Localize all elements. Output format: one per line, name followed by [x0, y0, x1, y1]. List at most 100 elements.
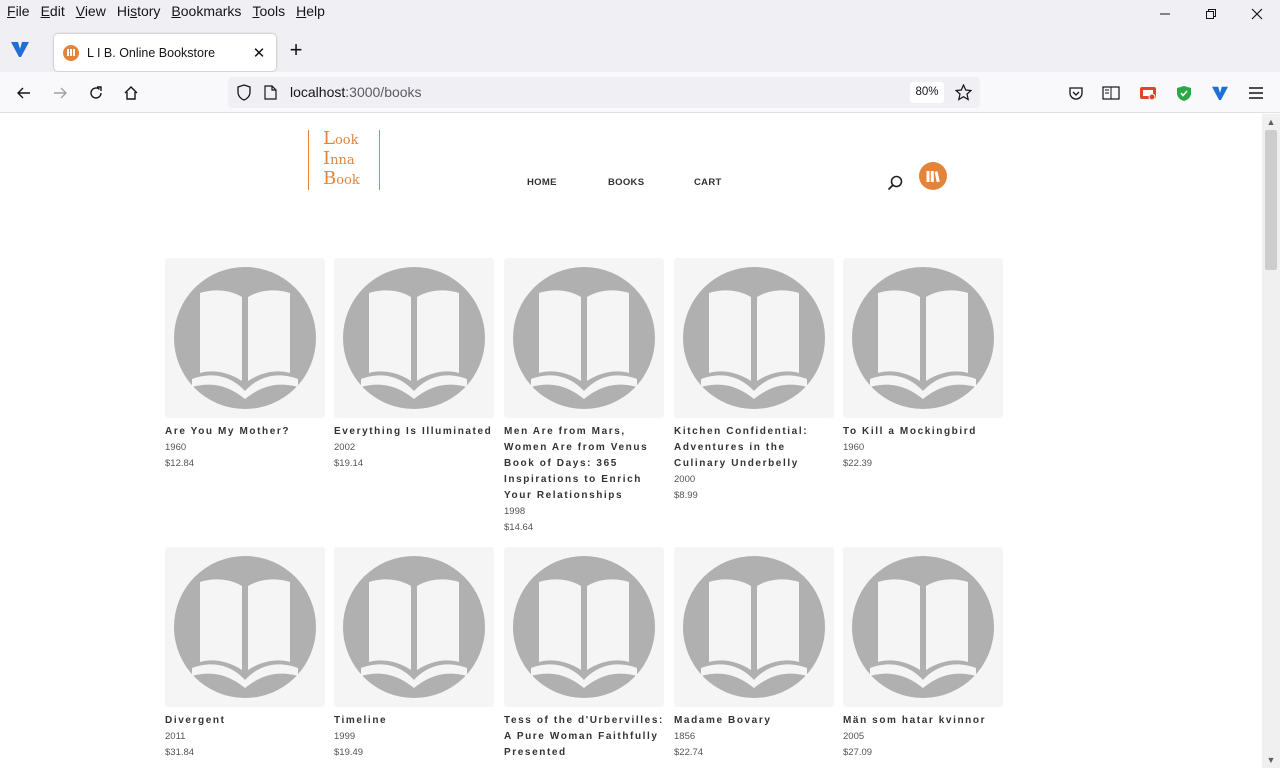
- logo-word: ook: [334, 133, 359, 148]
- open-book-icon: [852, 556, 994, 698]
- book-price: $22.39: [843, 458, 873, 469]
- menu-label-part: H: [296, 3, 307, 19]
- menu-bar: File Edit View History Bookmarks Tools Help: [0, 0, 1280, 22]
- address-bar[interactable]: localhost:3000/books 80%: [228, 77, 980, 108]
- reader-view-button[interactable]: [1098, 80, 1124, 106]
- arrow-right-icon: [54, 87, 67, 99]
- book-title[interactable]: Divergent: [165, 713, 325, 729]
- book-title[interactable]: Madame Bovary: [674, 713, 834, 729]
- hamburger-menu-icon: [1249, 87, 1263, 99]
- book-price: $31.84: [165, 747, 195, 758]
- arrow-left-icon: [17, 87, 30, 99]
- book-title[interactable]: Men Are from Mars, Women Are from Venus …: [504, 424, 664, 504]
- menu-item-0[interactable]: File: [3, 1, 34, 21]
- book-cover-image[interactable]: [843, 547, 1003, 707]
- url-text[interactable]: localhost:3000/books: [290, 84, 422, 100]
- menu-item-3[interactable]: History: [113, 1, 165, 21]
- open-book-icon: [343, 556, 485, 698]
- book-cover-image[interactable]: [504, 258, 664, 418]
- nav-home-link[interactable]: HOME: [527, 177, 557, 188]
- shield-icon[interactable]: [236, 84, 252, 101]
- book-year: 2000: [674, 474, 696, 485]
- adblock-extension-button[interactable]: [1171, 80, 1197, 106]
- book-title[interactable]: Män som hatar kvinnor: [843, 713, 1003, 729]
- reader-view-icon: [1102, 86, 1120, 100]
- menu-label-part: ookmarks: [180, 3, 242, 19]
- book-card[interactable]: To Kill a Mockingbird 1960 $22.39: [843, 258, 1003, 472]
- tab-bookstore[interactable]: L I B. Online Bookstore ✕: [54, 34, 276, 71]
- book-cover-image[interactable]: [504, 547, 664, 707]
- zoom-level-button[interactable]: 80%: [910, 82, 944, 103]
- book-card[interactable]: Timeline 1999 $19.49: [334, 547, 494, 761]
- pdf-extension-button[interactable]: [1135, 80, 1161, 106]
- menu-label-part: s: [130, 3, 138, 19]
- book-title[interactable]: To Kill a Mockingbird: [843, 424, 1003, 440]
- menu-label-part: dit: [49, 3, 65, 19]
- menu-item-4[interactable]: Bookmarks: [167, 1, 245, 21]
- open-book-icon: [683, 267, 825, 409]
- page-viewport: Look Inna Book HOME BOOKS CART Are You My …: [0, 114, 1262, 768]
- tab-close-button[interactable]: ✕: [247, 41, 271, 65]
- scroll-down-arrow-icon[interactable]: ▼: [1262, 753, 1280, 767]
- books-icon[interactable]: [919, 162, 947, 190]
- book-cover-image[interactable]: [334, 547, 494, 707]
- open-book-icon: [343, 267, 485, 409]
- book-price: $22.74: [674, 747, 704, 758]
- open-book-icon: [852, 267, 994, 409]
- page-icon[interactable]: [264, 85, 277, 100]
- book-cover-image[interactable]: [843, 258, 1003, 418]
- book-card[interactable]: Män som hatar kvinnor 2005 $27.09: [843, 547, 1003, 761]
- page-scrollbar[interactable]: ▲ ▼: [1262, 114, 1280, 768]
- book-card[interactable]: Are You My Mother? 1960 $12.84: [165, 258, 325, 472]
- book-year: 2011: [165, 731, 186, 742]
- book-title[interactable]: Tess of the d'Urbervilles: A Pure Woman …: [504, 713, 664, 761]
- app-menu-button[interactable]: [1243, 80, 1269, 106]
- scroll-up-arrow-icon[interactable]: ▲: [1262, 115, 1280, 129]
- vpn-toolbar-button[interactable]: [1207, 80, 1233, 106]
- nav-cart-link[interactable]: CART: [694, 177, 722, 188]
- book-title[interactable]: Everything Is Illuminated: [334, 424, 494, 440]
- site-logo[interactable]: Look Inna Book: [308, 128, 380, 190]
- book-cover-image[interactable]: [165, 547, 325, 707]
- book-card[interactable]: Everything Is Illuminated 2002 $19.14: [334, 258, 494, 472]
- nav-books-link[interactable]: BOOKS: [608, 177, 644, 188]
- book-price: $8.99: [674, 490, 698, 501]
- minimize-icon: [1160, 13, 1170, 15]
- pdf-extension-icon: [1140, 87, 1156, 101]
- menu-label-part: iew: [84, 3, 106, 19]
- menu-item-5[interactable]: Tools: [248, 1, 289, 21]
- book-title[interactable]: Kitchen Confidential: Adventures in the …: [674, 424, 834, 472]
- reload-button[interactable]: [83, 80, 109, 106]
- book-year: 2002: [334, 442, 356, 453]
- search-icon[interactable]: [886, 174, 904, 192]
- book-year: 1960: [843, 442, 865, 453]
- book-cover-image[interactable]: [334, 258, 494, 418]
- new-tab-button[interactable]: +: [284, 38, 308, 62]
- book-card[interactable]: Tess of the d'Urbervilles: A Pure Woman …: [504, 547, 664, 761]
- menu-item-2[interactable]: View: [72, 1, 110, 21]
- tab-title: L I B. Online Bookstore: [87, 45, 216, 60]
- book-card[interactable]: Divergent 2011 $31.84: [165, 547, 325, 761]
- book-cover-image[interactable]: [165, 258, 325, 418]
- forward-button[interactable]: [47, 80, 73, 106]
- book-price: $19.49: [334, 747, 364, 758]
- menu-label-part: elp: [306, 3, 325, 19]
- back-button[interactable]: [11, 80, 37, 106]
- book-card[interactable]: Kitchen Confidential: Adventures in the …: [674, 258, 834, 504]
- bookmark-star-icon[interactable]: [955, 84, 972, 101]
- book-card[interactable]: Men Are from Mars, Women Are from Venus …: [504, 258, 664, 536]
- book-title[interactable]: Are You My Mother?: [165, 424, 325, 440]
- book-cover-image[interactable]: [674, 547, 834, 707]
- pocket-button[interactable]: [1063, 80, 1089, 106]
- menu-item-6[interactable]: Help: [292, 1, 329, 21]
- menu-item-1[interactable]: Edit: [37, 1, 69, 21]
- home-button[interactable]: [118, 80, 144, 106]
- scroll-thumb[interactable]: [1265, 130, 1277, 270]
- logo-word: nna: [330, 153, 355, 168]
- open-book-icon: [174, 267, 316, 409]
- tab-bar: L I B. Online Bookstore ✕ +: [0, 22, 1280, 72]
- book-title[interactable]: Timeline: [334, 713, 494, 729]
- vpn-extension-icon[interactable]: [10, 40, 30, 58]
- book-card[interactable]: Madame Bovary 1856 $22.74: [674, 547, 834, 761]
- book-cover-image[interactable]: [674, 258, 834, 418]
